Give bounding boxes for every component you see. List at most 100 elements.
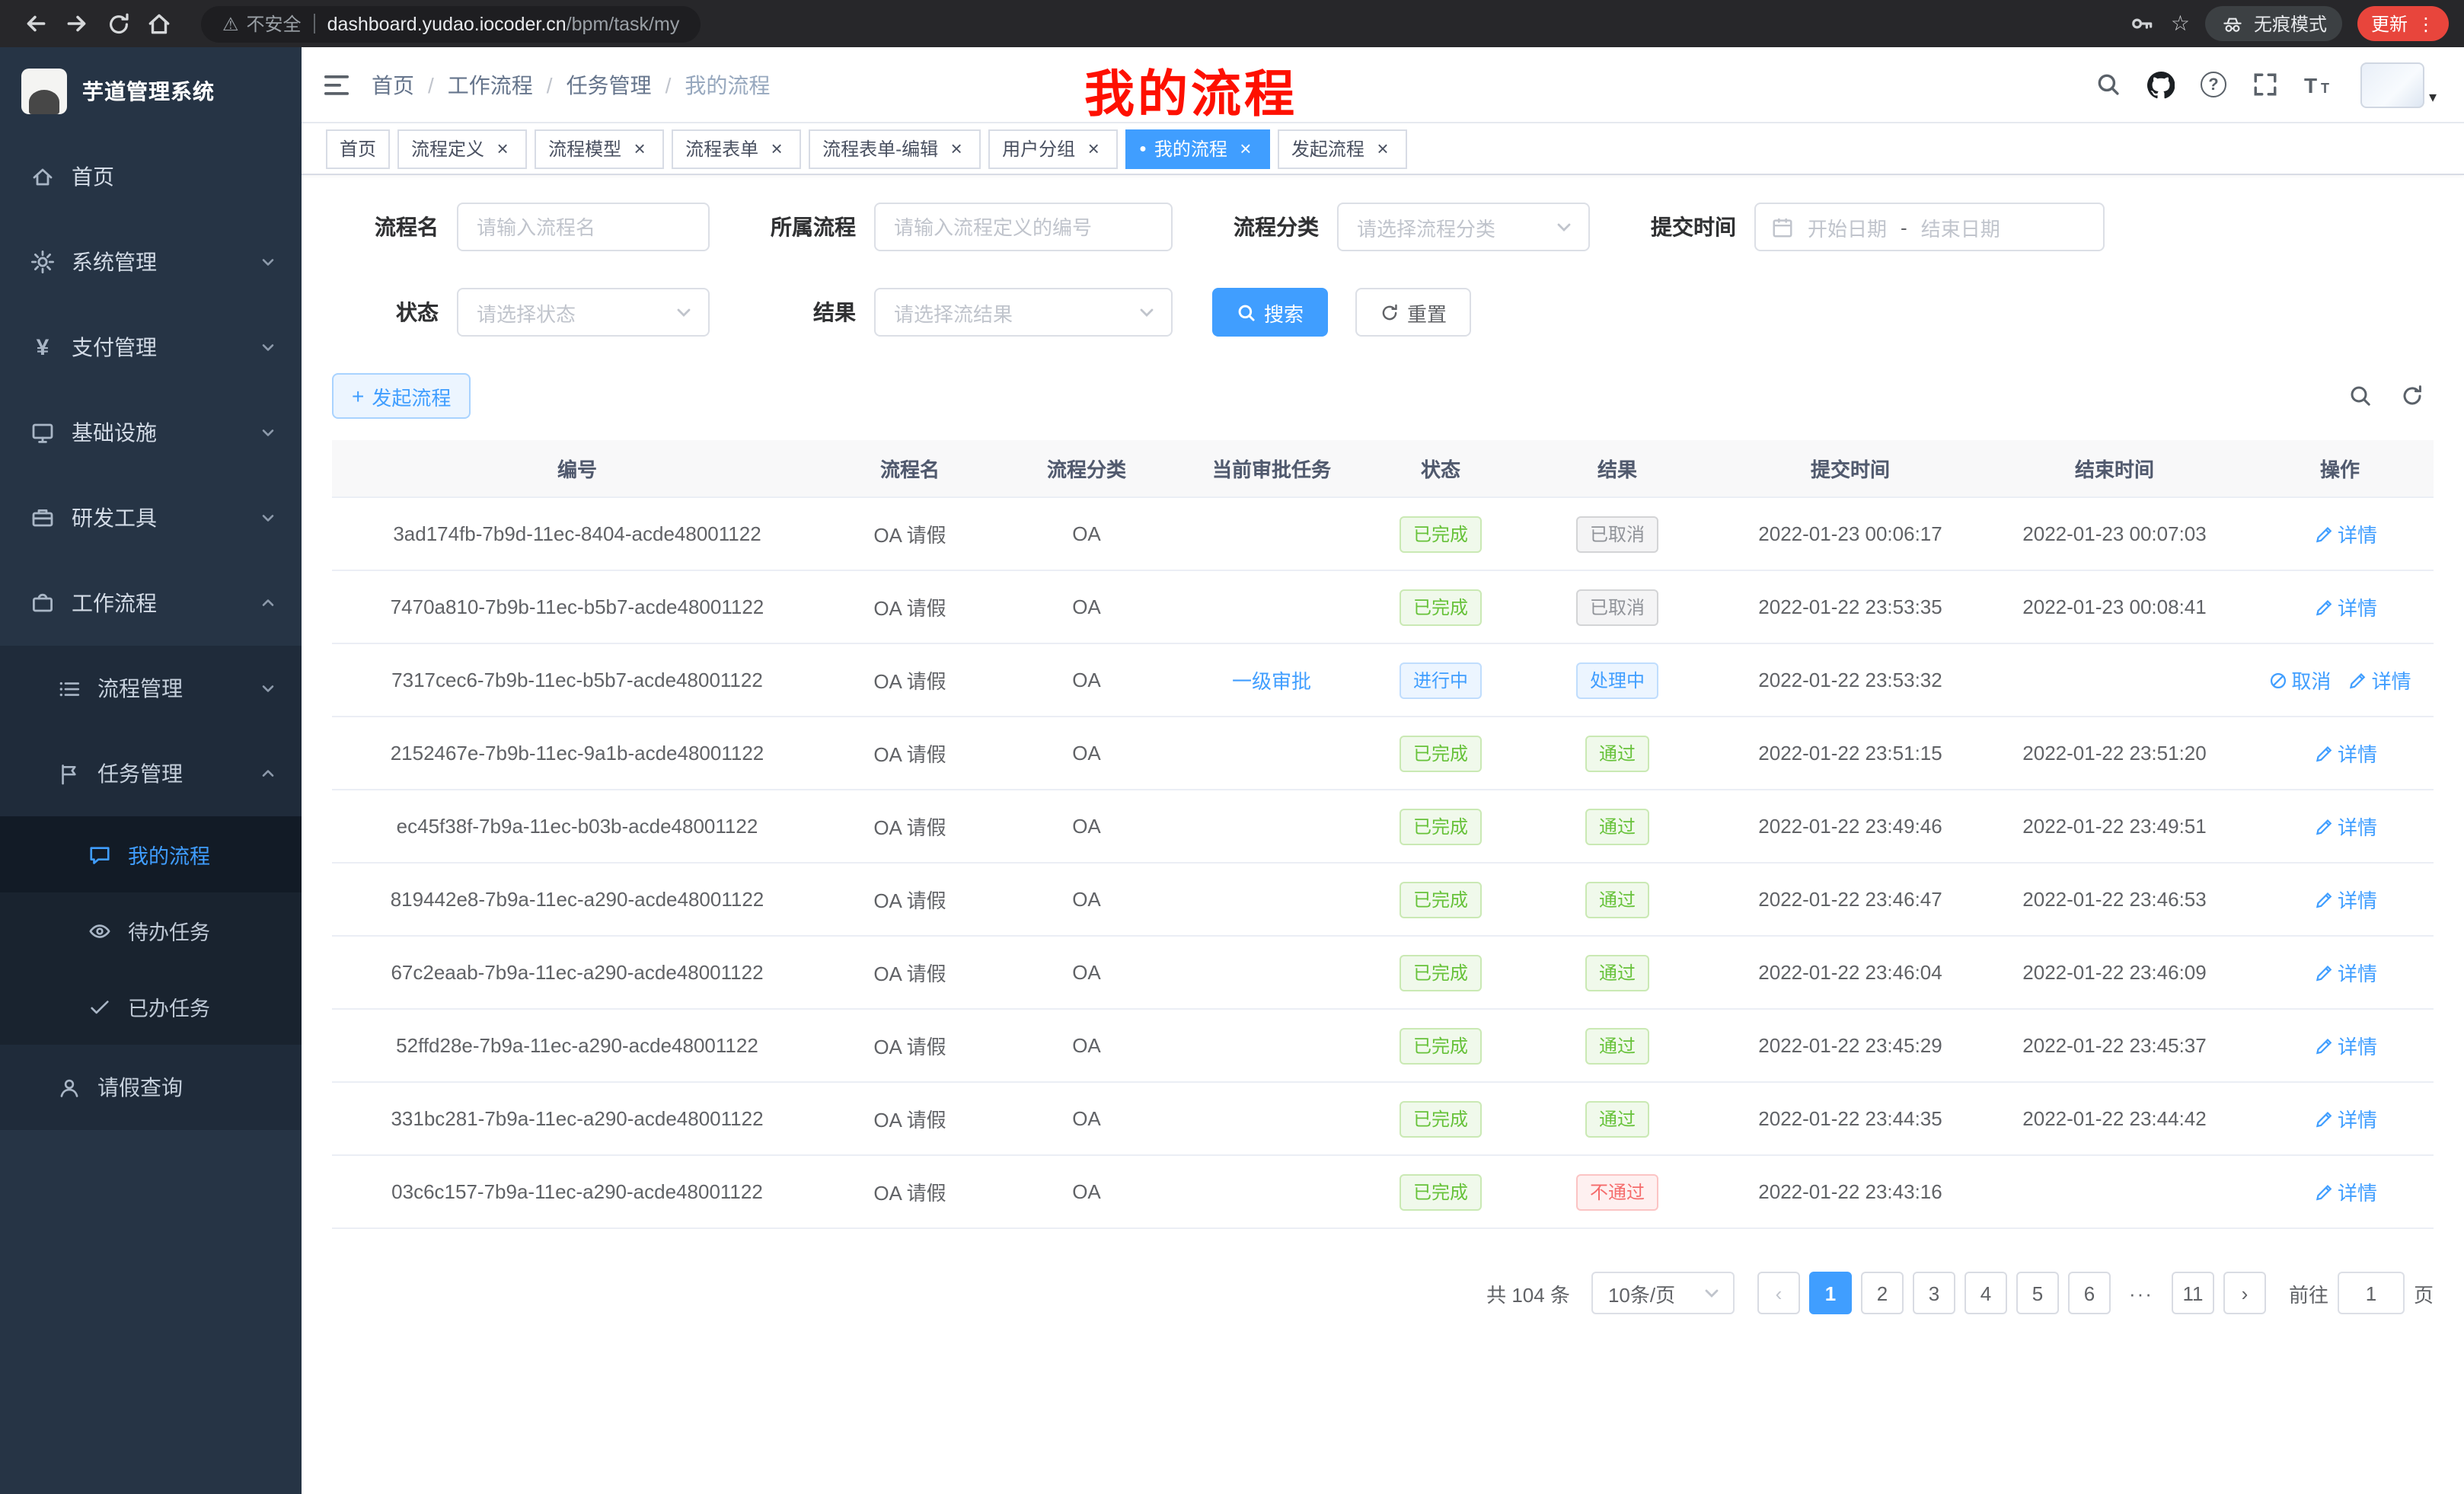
detail-link[interactable]: 详情 bbox=[2315, 1104, 2377, 1133]
detail-link[interactable]: 详情 bbox=[2315, 519, 2377, 548]
browser-update-button[interactable]: 更新 ⋮ bbox=[2357, 6, 2449, 41]
page-number-button[interactable]: 5 bbox=[2016, 1272, 2059, 1314]
column-header[interactable]: 当前审批任务 bbox=[1176, 454, 1368, 483]
detail-link[interactable]: 详情 bbox=[2315, 885, 2377, 914]
browser-reload-button[interactable] bbox=[97, 5, 139, 43]
hamburger-icon bbox=[323, 72, 350, 97]
tab[interactable]: ● 首页 × bbox=[326, 129, 390, 168]
reset-button[interactable]: 重置 bbox=[1355, 288, 1471, 337]
sidebar-item-payment[interactable]: ¥ 支付管理 bbox=[0, 305, 302, 390]
sidebar-item-workflow[interactable]: 工作流程 bbox=[0, 560, 302, 646]
breadcrumb-link[interactable]: 首页 bbox=[372, 69, 414, 100]
detail-link[interactable]: 详情 bbox=[2315, 592, 2377, 621]
sidebar-item-home[interactable]: 首页 bbox=[0, 134, 302, 219]
search-icon[interactable] bbox=[2095, 72, 2121, 97]
tab[interactable]: ● 流程模型 × bbox=[535, 129, 664, 168]
toggle-search-icon[interactable] bbox=[2348, 384, 2373, 408]
breadcrumb-link[interactable]: 任务管理 bbox=[567, 69, 652, 100]
prev-page-button[interactable]: ‹ bbox=[1757, 1272, 1800, 1314]
page-number-button[interactable]: 4 bbox=[1964, 1272, 2007, 1314]
bookmark-star-icon[interactable]: ☆ bbox=[2171, 11, 2190, 37]
sidebar-menu: 首页 系统管理 ¥ 支付管理 基础设施 bbox=[0, 134, 302, 1130]
security-status[interactable]: ⚠不安全 bbox=[222, 11, 302, 37]
next-page-button[interactable]: › bbox=[2223, 1272, 2266, 1314]
sidebar-toggle-button[interactable] bbox=[323, 72, 350, 97]
breadcrumb-link[interactable]: 工作流程 bbox=[448, 69, 533, 100]
page-number-button[interactable]: 6 bbox=[2068, 1272, 2111, 1314]
column-header[interactable]: 流程分类 bbox=[997, 454, 1176, 483]
close-icon[interactable]: × bbox=[766, 138, 787, 159]
current-task-link[interactable]: 一级审批 bbox=[1232, 670, 1311, 693]
sidebar-item-infrastructure[interactable]: 基础设施 bbox=[0, 390, 302, 475]
status-select[interactable]: 请选择状态 bbox=[457, 288, 710, 337]
detail-link[interactable]: 详情 bbox=[2349, 666, 2411, 694]
tab[interactable]: ● 流程表单-编辑 × bbox=[809, 129, 981, 168]
github-icon[interactable] bbox=[2147, 71, 2175, 98]
process-definition-input[interactable] bbox=[874, 203, 1173, 251]
page-number-button[interactable]: 11 bbox=[2172, 1272, 2214, 1314]
page-number-button[interactable]: 2 bbox=[1861, 1272, 1904, 1314]
sidebar-item-dev-tools[interactable]: 研发工具 bbox=[0, 475, 302, 560]
detail-link[interactable]: 详情 bbox=[2315, 958, 2377, 987]
breadcrumb-link[interactable]: 我的流程 bbox=[685, 69, 770, 100]
menu-dots-icon[interactable]: ⋮ bbox=[2417, 13, 2435, 34]
search-button[interactable]: 搜索 bbox=[1212, 288, 1328, 337]
column-header[interactable]: 流程名 bbox=[822, 454, 997, 483]
tab[interactable]: ● 流程定义 × bbox=[397, 129, 527, 168]
help-icon[interactable]: ? bbox=[2201, 72, 2226, 97]
close-icon[interactable]: × bbox=[629, 138, 650, 159]
url-text[interactable]: dashboard.yudao.iocoder.cn/bpm/task/my bbox=[327, 13, 680, 34]
create-process-button[interactable]: + 发起流程 bbox=[332, 373, 471, 419]
column-header[interactable]: 结果 bbox=[1514, 454, 1721, 483]
close-icon[interactable]: × bbox=[1235, 138, 1256, 159]
address-bar[interactable]: ⚠不安全 dashboard.yudao.iocoder.cn/bpm/task… bbox=[201, 5, 701, 42]
column-header[interactable]: 状态 bbox=[1368, 454, 1514, 483]
font-size-icon[interactable]: TT bbox=[2304, 73, 2335, 96]
page-size-select[interactable]: 10条/页 bbox=[1591, 1272, 1735, 1314]
column-header[interactable]: 结束时间 bbox=[1980, 454, 2249, 483]
app-logo[interactable]: 芋道管理系统 bbox=[0, 47, 302, 134]
result-select[interactable]: 请选择流结果 bbox=[874, 288, 1173, 337]
close-icon[interactable]: × bbox=[492, 138, 513, 159]
browser-forward-button[interactable] bbox=[56, 5, 97, 43]
refresh-icon[interactable] bbox=[2400, 384, 2424, 408]
detail-link[interactable]: 详情 bbox=[2315, 1177, 2377, 1206]
page-number-button[interactable]: 3 bbox=[1913, 1272, 1955, 1314]
sidebar-item-system[interactable]: 系统管理 bbox=[0, 219, 302, 305]
sidebar-item-todo-tasks[interactable]: 待办任务 bbox=[0, 892, 302, 969]
tab[interactable]: ● 我的流程 × bbox=[1125, 129, 1270, 168]
detail-link[interactable]: 详情 bbox=[2315, 1031, 2377, 1060]
column-header[interactable]: 编号 bbox=[332, 454, 822, 483]
close-icon[interactable]: × bbox=[1083, 138, 1104, 159]
key-icon[interactable] bbox=[2130, 11, 2156, 37]
browser-back-button[interactable] bbox=[15, 5, 56, 43]
page-number-button[interactable]: ··· bbox=[2120, 1272, 2162, 1314]
cell-result: 不通过 bbox=[1514, 1173, 1721, 1210]
submit-time-range-picker[interactable]: 开始日期 - 结束日期 bbox=[1754, 203, 2105, 251]
cancel-link[interactable]: 取消 bbox=[2268, 666, 2331, 694]
table-row: 52ffd28e-7b9a-11ec-a290-acde48001122 OA … bbox=[332, 1010, 2434, 1083]
sidebar-item-my-process[interactable]: 我的流程 bbox=[0, 816, 302, 892]
sidebar-item-leave-query[interactable]: 请假查询 bbox=[0, 1045, 302, 1130]
browser-home-button[interactable] bbox=[139, 5, 180, 43]
user-menu[interactable]: ▾ bbox=[2360, 62, 2437, 107]
process-name-input[interactable] bbox=[457, 203, 710, 251]
sidebar-item-process-management[interactable]: 流程管理 bbox=[0, 646, 302, 731]
page-number-button[interactable]: 1 bbox=[1809, 1272, 1852, 1314]
sidebar-item-done-tasks[interactable]: 已办任务 bbox=[0, 969, 302, 1045]
detail-label: 详情 bbox=[2338, 592, 2377, 621]
category-select[interactable]: 请选择流程分类 bbox=[1337, 203, 1590, 251]
tab[interactable]: ● 用户分组 × bbox=[988, 129, 1118, 168]
sidebar-item-task-management[interactable]: 任务管理 bbox=[0, 731, 302, 816]
column-header[interactable]: 操作 bbox=[2249, 454, 2430, 483]
detail-link[interactable]: 详情 bbox=[2315, 812, 2377, 841]
close-icon[interactable]: × bbox=[946, 138, 967, 159]
tab[interactable]: ● 流程表单 × bbox=[672, 129, 801, 168]
edit-icon bbox=[2315, 1109, 2333, 1128]
column-header[interactable]: 提交时间 bbox=[1721, 454, 1980, 483]
close-icon[interactable]: × bbox=[1372, 138, 1393, 159]
tab[interactable]: ● 发起流程 × bbox=[1278, 129, 1407, 168]
detail-link[interactable]: 详情 bbox=[2315, 739, 2377, 768]
fullscreen-icon[interactable] bbox=[2252, 72, 2278, 97]
goto-page-input[interactable] bbox=[2338, 1272, 2405, 1314]
